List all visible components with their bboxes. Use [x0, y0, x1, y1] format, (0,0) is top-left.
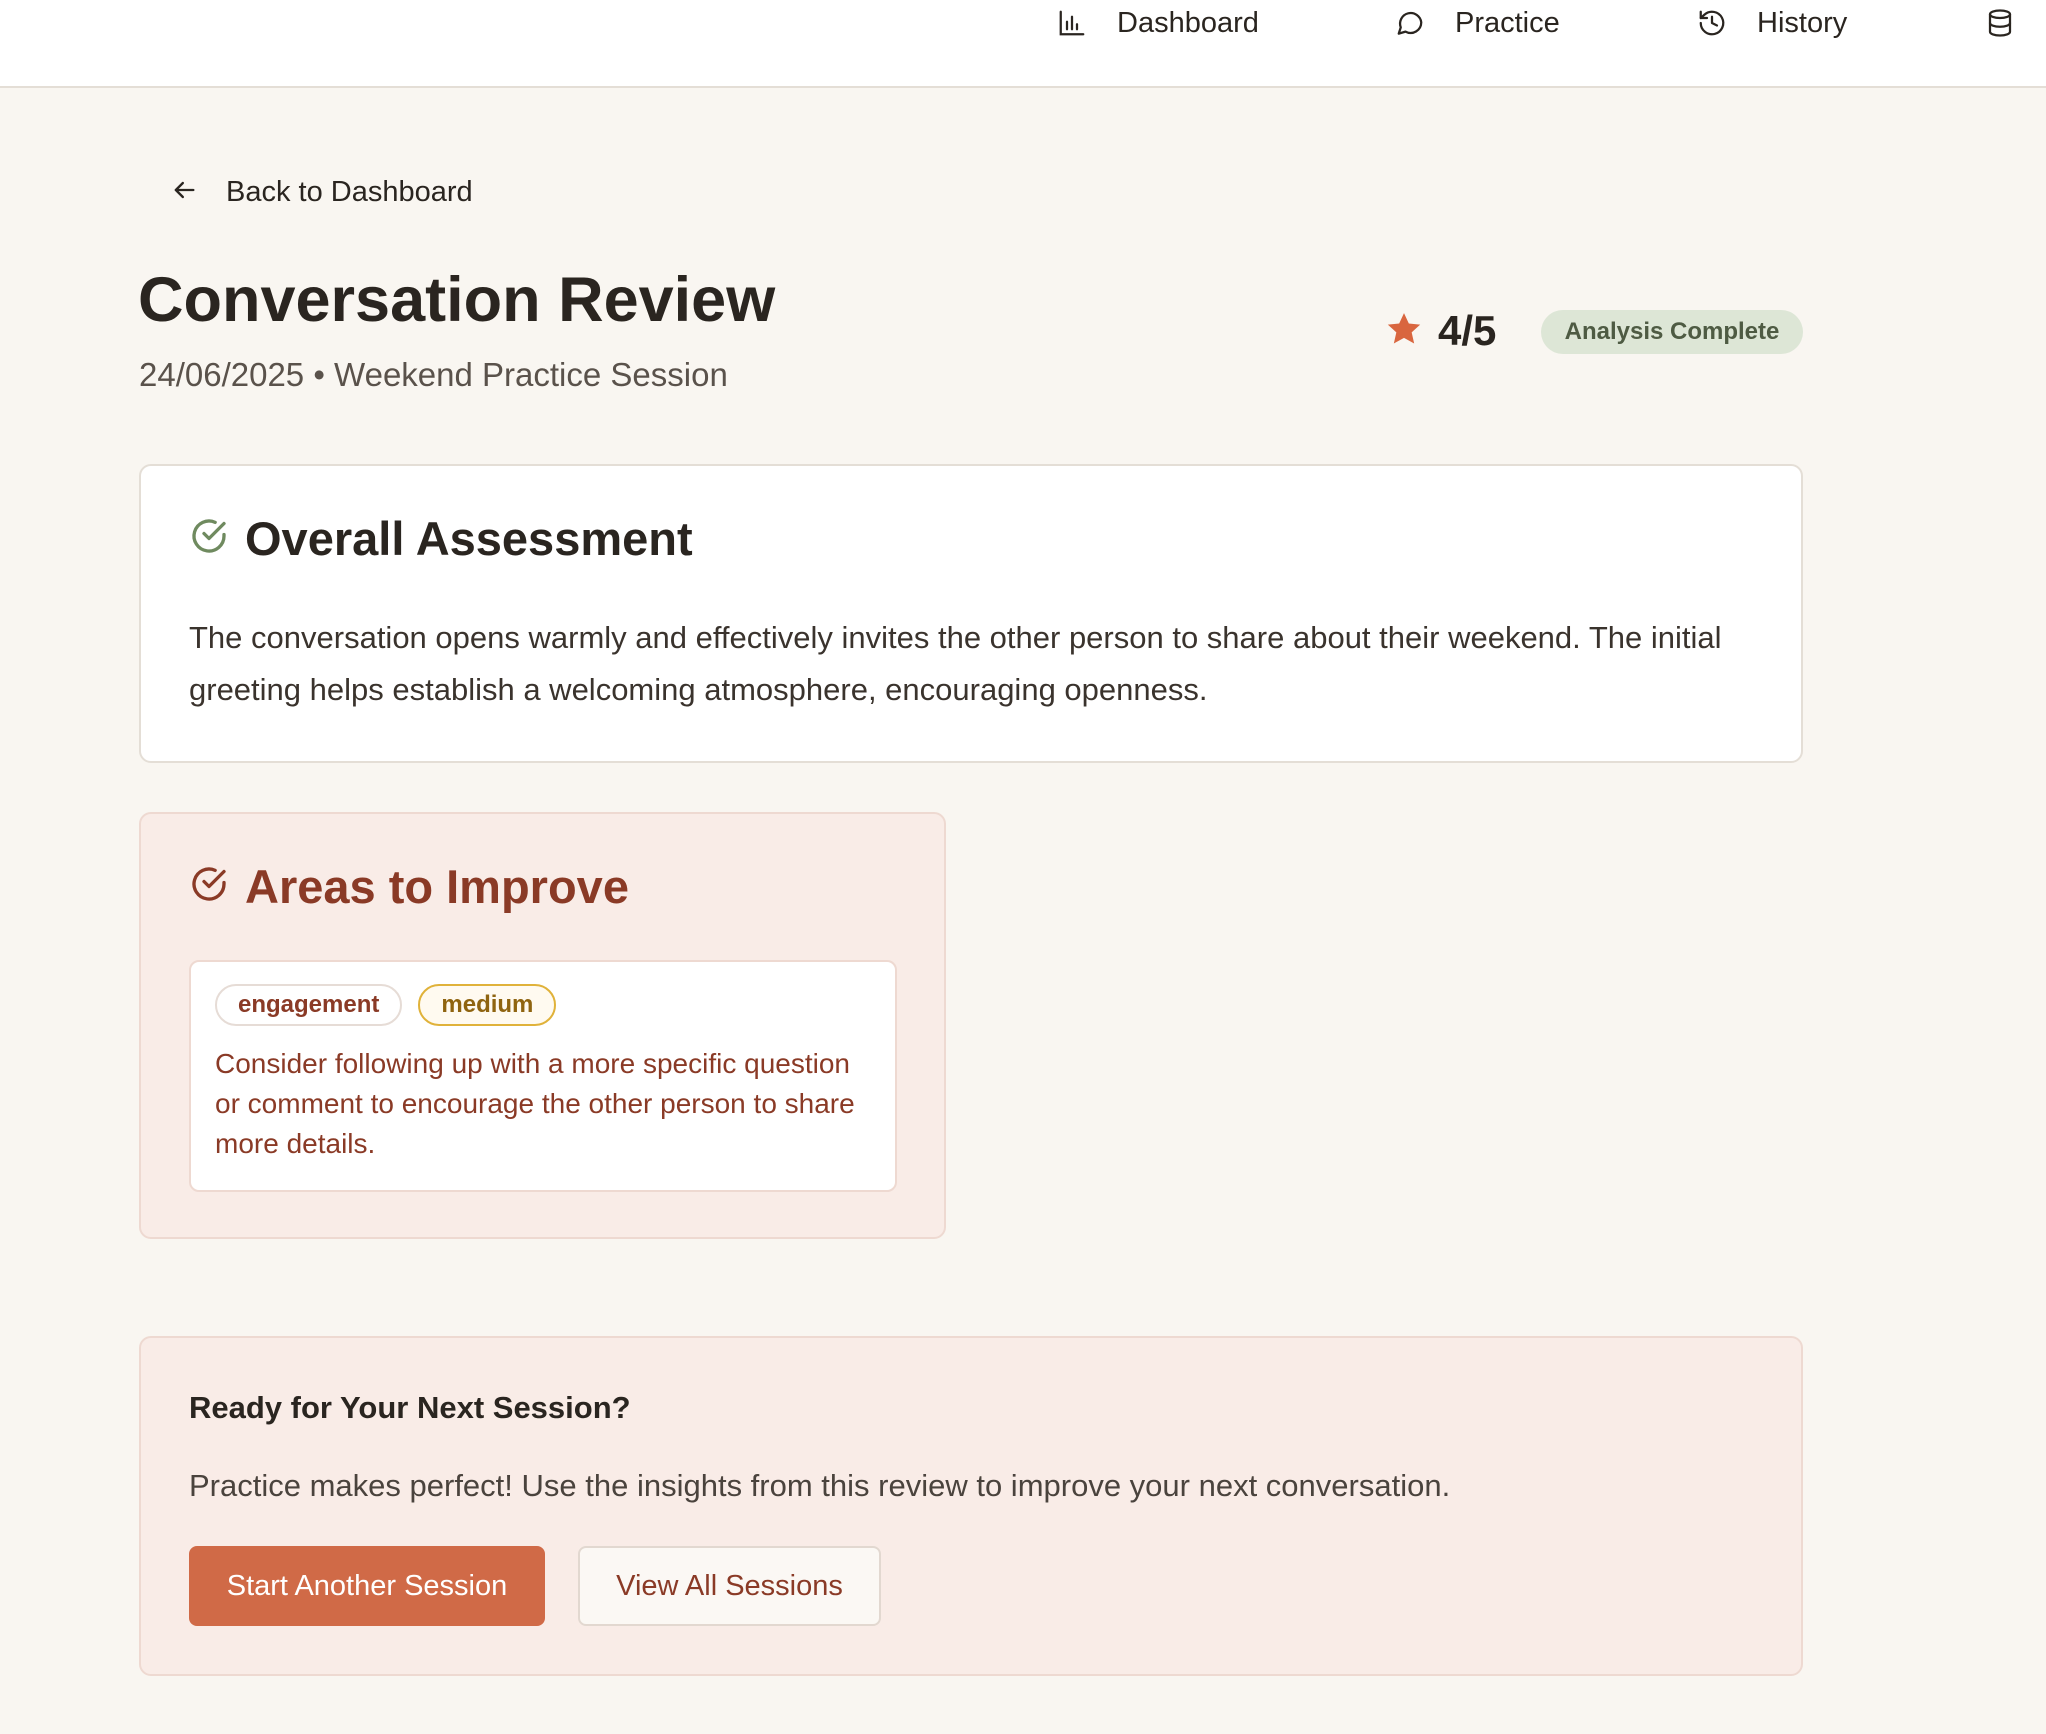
rating: 4/5	[1384, 306, 1496, 356]
history-icon	[1696, 7, 1728, 39]
bar-chart-icon	[1056, 7, 1088, 39]
overall-assessment-heading: Overall Assessment	[189, 506, 693, 570]
page-title: Conversation Review	[138, 265, 776, 335]
improvement-tags: engagement medium	[215, 984, 557, 1026]
nav-history-label: History	[1757, 6, 1848, 39]
overall-assessment-title: Overall Assessment	[245, 511, 693, 565]
areas-to-improve-heading: Areas to Improve	[189, 854, 629, 918]
improvement-text: Consider following up with a more specif…	[215, 1048, 855, 1159]
priority-tag: medium	[418, 984, 557, 1026]
page-subtitle: 24/06/2025 • Weekend Practice Session	[139, 356, 728, 393]
start-another-session-button[interactable]: Start Another Session	[189, 1546, 545, 1626]
overall-assessment-text: The conversation opens warmly and effect…	[189, 620, 1722, 707]
star-icon	[1384, 309, 1424, 354]
status-badge: Analysis Complete	[1541, 310, 1803, 354]
view-all-sessions-button[interactable]: View All Sessions	[578, 1546, 881, 1626]
nav-dashboard[interactable]: Dashboard	[1056, 0, 1259, 46]
back-to-dashboard-link[interactable]: Back to Dashboard	[170, 172, 473, 212]
nav-history[interactable]: History	[1696, 0, 1847, 46]
next-session-card: Ready for Your Next Session? Practice ma…	[139, 1336, 1803, 1676]
rating-value: 4/5	[1438, 307, 1497, 354]
top-nav: Dashboard Practice History	[0, 0, 2046, 88]
nav-dashboard-label: Dashboard	[1117, 6, 1259, 39]
improvement-item: engagement medium Consider following up …	[189, 960, 897, 1192]
category-tag: engagement	[215, 984, 403, 1026]
next-session-text: Practice makes perfect! Use the insights…	[189, 1468, 1451, 1503]
database-icon	[1984, 7, 2016, 39]
arrow-left-icon	[170, 176, 198, 209]
areas-to-improve-card: Areas to Improve engagement medium Consi…	[139, 812, 946, 1239]
check-circle-icon	[189, 864, 229, 909]
nav-practice[interactable]: Practice	[1394, 0, 1560, 46]
next-session-title: Ready for Your Next Session?	[189, 1390, 631, 1425]
back-link-label: Back to Dashboard	[226, 175, 473, 208]
nav-practice-label: Practice	[1455, 6, 1560, 39]
overall-assessment-card: Overall Assessment The conversation open…	[139, 464, 1803, 763]
nav-database[interactable]	[1984, 0, 2016, 46]
check-circle-icon	[189, 516, 229, 561]
areas-to-improve-title: Areas to Improve	[245, 859, 629, 913]
chat-bubble-icon	[1394, 7, 1426, 39]
